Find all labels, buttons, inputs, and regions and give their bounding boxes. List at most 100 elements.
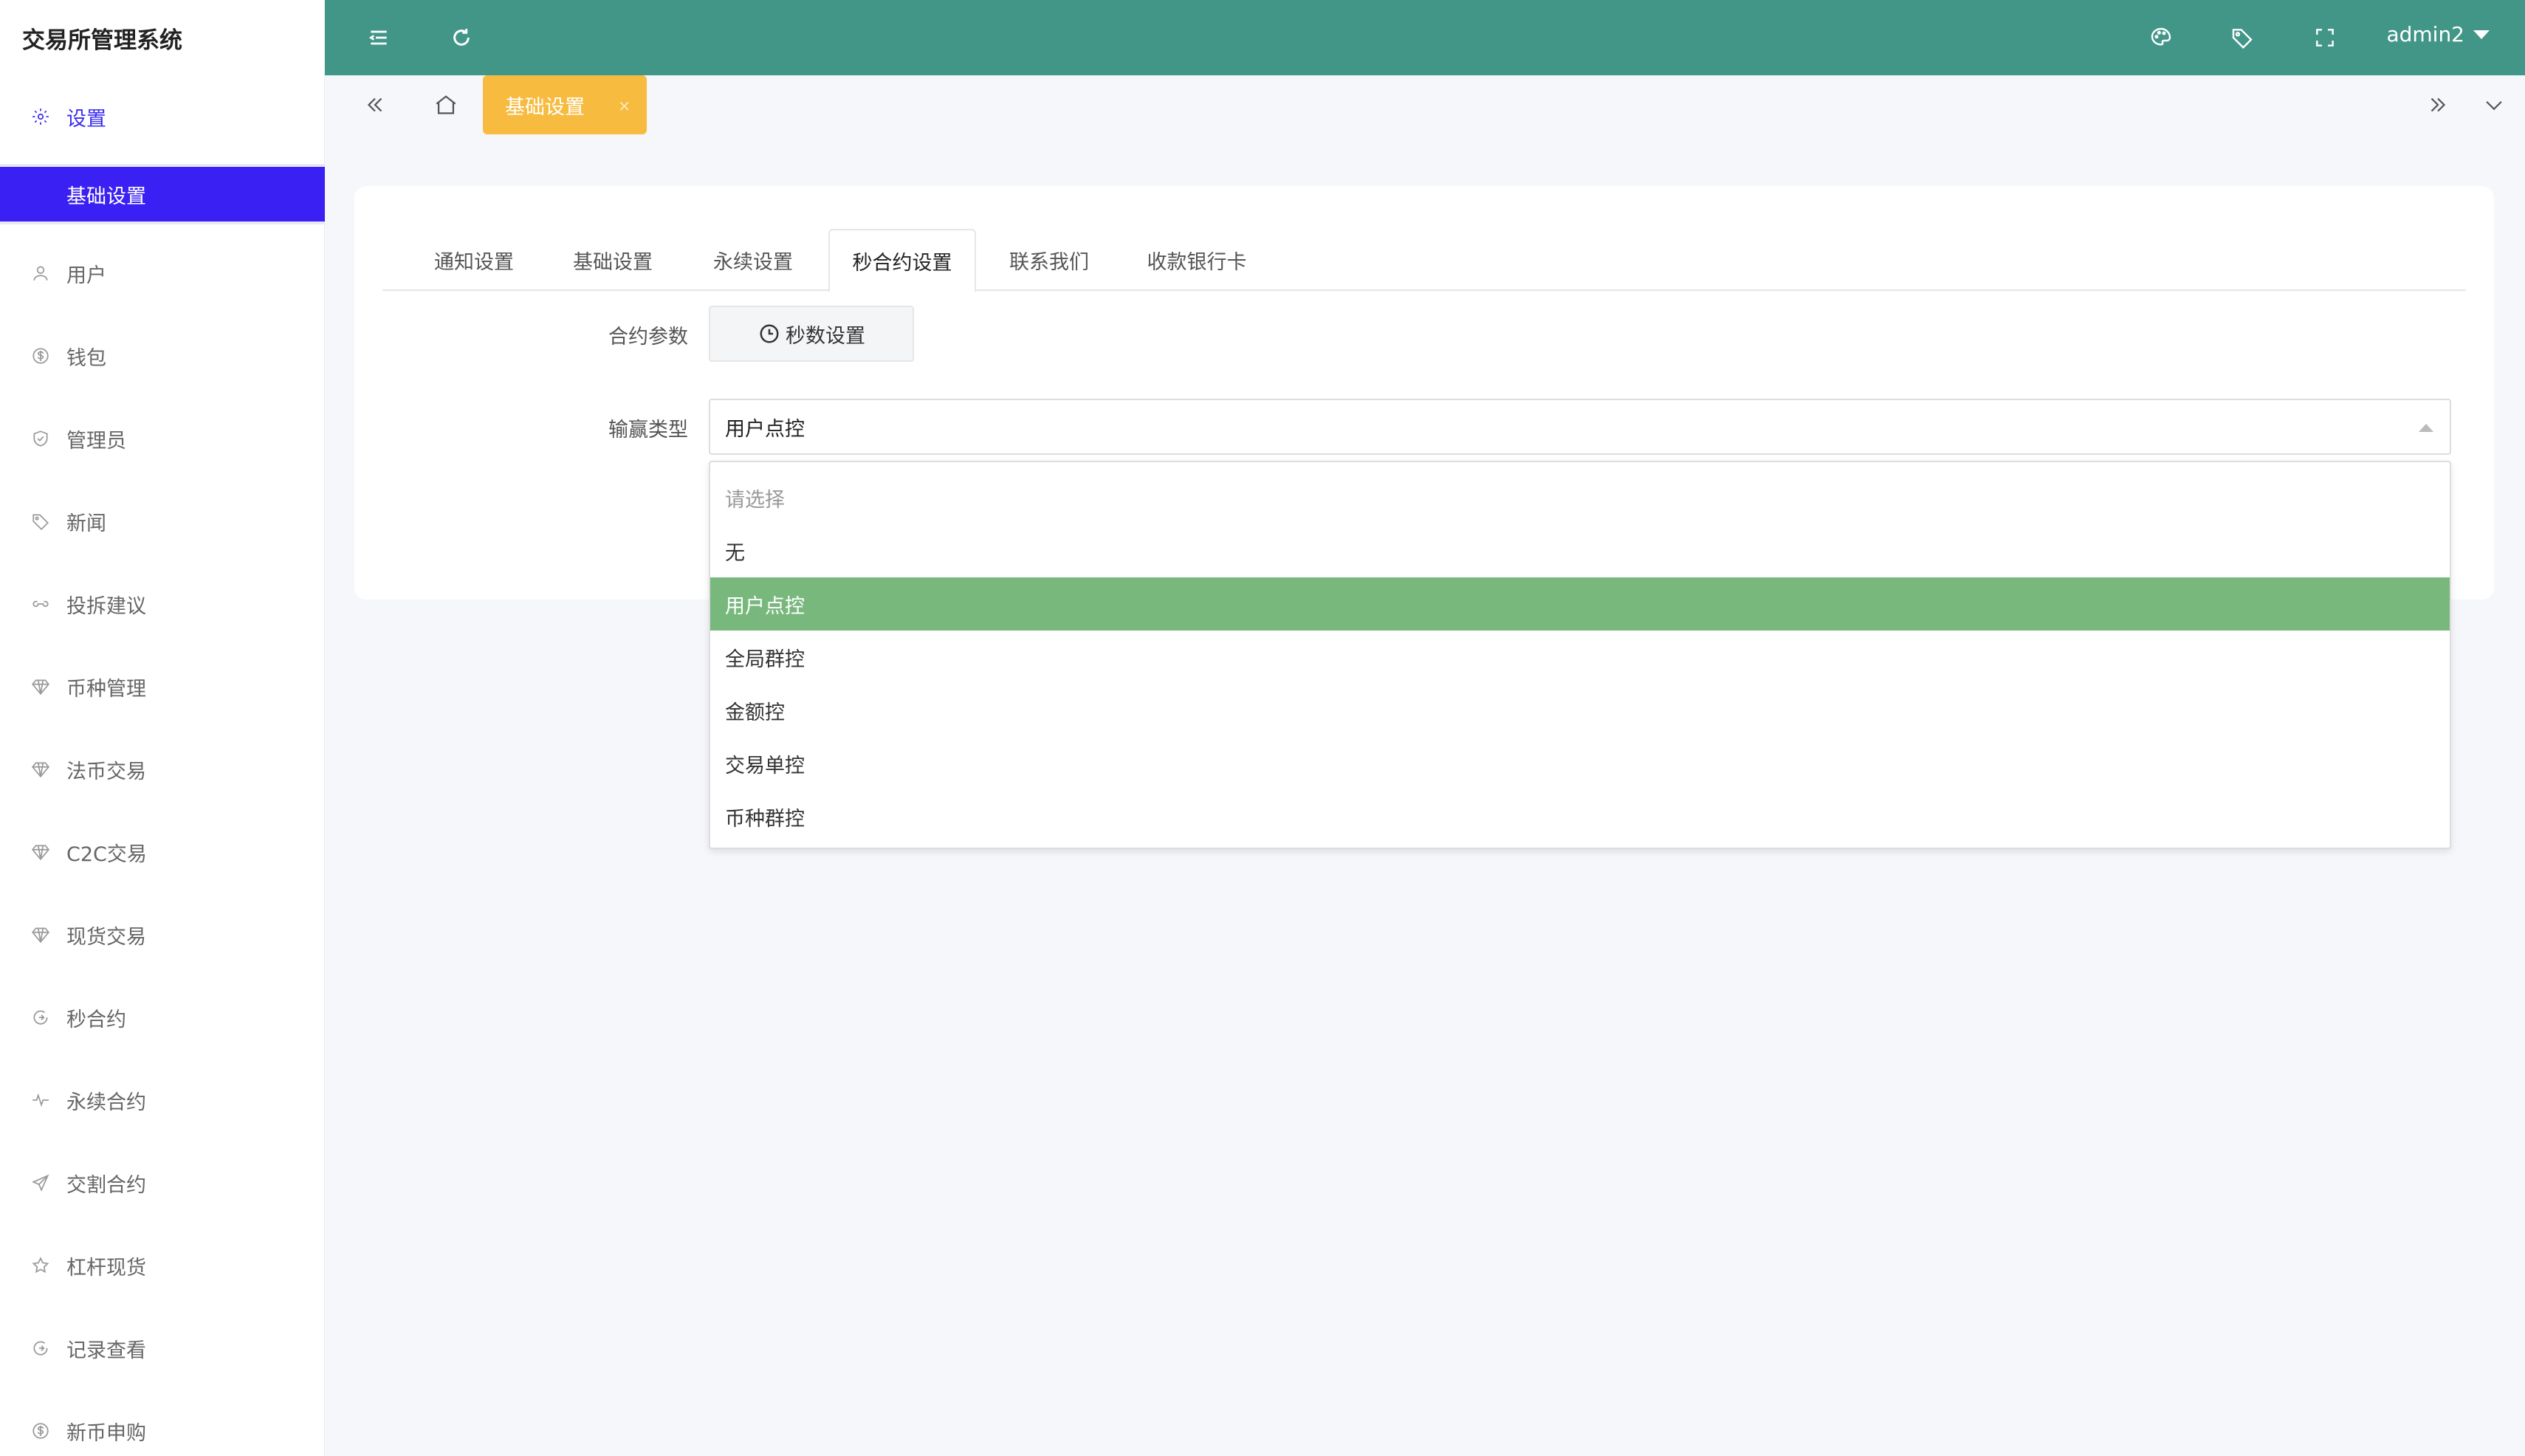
- sidebar-item-admins[interactable]: 管理员: [0, 409, 325, 468]
- top-bar: admin2: [325, 0, 2525, 75]
- tab-notification-settings[interactable]: 通知设置: [412, 229, 536, 291]
- chevron-down-icon[interactable]: [2479, 90, 2509, 120]
- sidebar-item-spot-trading[interactable]: 现货交易: [0, 905, 325, 964]
- option-label: 无: [725, 541, 745, 565]
- circle-arrow-icon: [30, 1006, 52, 1029]
- close-icon[interactable]: ✕: [618, 97, 631, 115]
- double-chevron-right-icon[interactable]: [2423, 90, 2453, 120]
- diamond-icon: [30, 924, 52, 946]
- diamond-icon: [30, 841, 52, 863]
- sidebar-item-records[interactable]: 记录查看: [0, 1319, 325, 1378]
- win-type-value: 用户点控: [725, 417, 805, 441]
- sidebar-item-label: 秒合约: [66, 1008, 126, 1031]
- user-icon: [30, 262, 52, 284]
- tab-contact-us[interactable]: 联系我们: [986, 229, 1112, 291]
- palette-icon[interactable]: [2148, 25, 2174, 50]
- contract-params-label: 合约参数: [608, 326, 688, 348]
- dropdown-option-currency-control[interactable]: 币种群控: [710, 790, 2450, 843]
- option-label: 金额控: [725, 701, 785, 724]
- sidebar-item-label: 管理员: [66, 429, 126, 453]
- send-icon: [30, 1172, 52, 1194]
- chevron-up-icon: [2419, 424, 2433, 432]
- sidebar-item-new-coin-subscription[interactable]: 新币申购: [0, 1401, 325, 1456]
- dropdown-option-user-control[interactable]: 用户点控: [710, 577, 2450, 631]
- tab-bank-card[interactable]: 收款银行卡: [1125, 229, 1268, 291]
- win-type-select[interactable]: 用户点控: [709, 399, 2451, 455]
- sidebar-item-wallet[interactable]: 钱包: [0, 326, 325, 385]
- tab-label: 永续设置: [713, 250, 793, 274]
- sidebar-item-label: 新闻: [66, 512, 106, 535]
- refresh-icon[interactable]: [449, 25, 474, 50]
- dropdown-option-trade-control[interactable]: 交易单控: [710, 737, 2450, 790]
- tab-basic-settings[interactable]: 基础设置: [551, 229, 675, 291]
- sidebar-item-label: 基础设置: [66, 185, 146, 208]
- sidebar-item-currency-management[interactable]: 币种管理: [0, 657, 325, 716]
- tag-icon: [30, 510, 52, 532]
- dropdown-option-amount-control[interactable]: 金额控: [710, 684, 2450, 737]
- sidebar-item-fiat-trading[interactable]: 法币交易: [0, 740, 325, 799]
- sidebar-item-label: 交割合约: [66, 1173, 146, 1197]
- tab-label: 通知设置: [434, 250, 514, 274]
- chevron-down-icon: [2473, 30, 2490, 39]
- option-label: 币种群控: [725, 807, 805, 831]
- sidebar-item-complaints[interactable]: 投拆建议: [0, 574, 325, 633]
- tab-label: 基础设置: [573, 250, 653, 274]
- sidebar-item-label: 用户: [66, 264, 106, 287]
- star-icon: [30, 1254, 52, 1277]
- sidebar-item-label: 钱包: [66, 346, 106, 370]
- dollar-icon: [30, 1420, 52, 1442]
- option-label: 交易单控: [725, 754, 805, 777]
- sidebar-item-label: 现货交易: [66, 925, 146, 949]
- gear-icon: [30, 106, 52, 128]
- tab-perpetual-settings[interactable]: 永续设置: [691, 229, 815, 291]
- home-icon[interactable]: [431, 90, 461, 120]
- tab-label: 收款银行卡: [1147, 250, 1247, 274]
- option-label: 请选择: [725, 488, 785, 512]
- page-tab-basic-settings[interactable]: 基础设置 ✕: [483, 75, 647, 134]
- fullscreen-icon[interactable]: [2312, 25, 2337, 50]
- sidebar-item-label: 记录查看: [66, 1339, 146, 1362]
- sidebar-item-margin-spot[interactable]: 杠杆现货: [0, 1236, 325, 1295]
- shield-icon: [30, 427, 52, 450]
- option-label: 全局群控: [725, 648, 805, 671]
- option-label: 用户点控: [725, 594, 805, 618]
- dropdown-option-placeholder[interactable]: 请选择: [710, 471, 2450, 524]
- sidebar-item-second-contract[interactable]: 秒合约: [0, 988, 325, 1047]
- dropdown-option-global-control[interactable]: 全局群控: [710, 631, 2450, 684]
- sidebar-item-label: 币种管理: [66, 677, 146, 701]
- sidebar-item-label: C2C交易: [66, 842, 147, 866]
- page-tabs-bar: 基础设置 ✕: [325, 75, 2525, 134]
- app-title: 交易所管理系统: [22, 27, 182, 54]
- win-type-label: 输赢类型: [608, 419, 688, 442]
- tab-label: 秒合约设置: [852, 251, 952, 275]
- link-icon: [30, 593, 52, 615]
- diamond-icon: [30, 676, 52, 698]
- settings-tabs: 通知设置 基础设置 永续设置 秒合约设置 联系我们 收款银行卡: [382, 229, 2466, 292]
- circle-arrow-icon: [30, 1337, 52, 1359]
- tab-second-contract-settings[interactable]: 秒合约设置: [828, 229, 976, 292]
- sidebar-subitem-basic-settings[interactable]: 基础设置: [0, 164, 325, 224]
- tab-label: 联系我们: [1009, 250, 1089, 274]
- pulse-icon: [30, 1089, 52, 1111]
- seconds-settings-label: 秒数设置: [786, 324, 865, 348]
- seconds-settings-button[interactable]: 秒数设置: [709, 306, 914, 362]
- sidebar-item-news[interactable]: 新闻: [0, 492, 325, 551]
- sidebar-item-delivery-contract[interactable]: 交割合约: [0, 1153, 325, 1212]
- menu-icon[interactable]: [366, 25, 391, 50]
- dropdown-option-none[interactable]: 无: [710, 524, 2450, 577]
- sidebar-item-users[interactable]: 用户: [0, 244, 325, 303]
- sidebar-item-perpetual-contract[interactable]: 永续合约: [0, 1071, 325, 1130]
- page-tab-label: 基础设置: [505, 95, 585, 119]
- user-menu[interactable]: admin2: [2386, 22, 2490, 47]
- dollar-icon: [30, 345, 52, 367]
- sidebar-item-settings[interactable]: 设置: [0, 87, 325, 146]
- sidebar-item-c2c-trading[interactable]: C2C交易: [0, 823, 325, 882]
- clock-icon: [758, 322, 781, 346]
- sidebar-item-label: 法币交易: [66, 760, 146, 783]
- sidebar-item-label: 设置: [66, 107, 106, 131]
- sidebar-item-label: 杠杆现货: [66, 1256, 146, 1280]
- sidebar-item-label: 新币申购: [66, 1421, 146, 1445]
- double-chevron-left-icon[interactable]: [360, 90, 390, 120]
- sidebar-item-label: 投拆建议: [66, 594, 146, 618]
- tag-icon[interactable]: [2230, 25, 2255, 50]
